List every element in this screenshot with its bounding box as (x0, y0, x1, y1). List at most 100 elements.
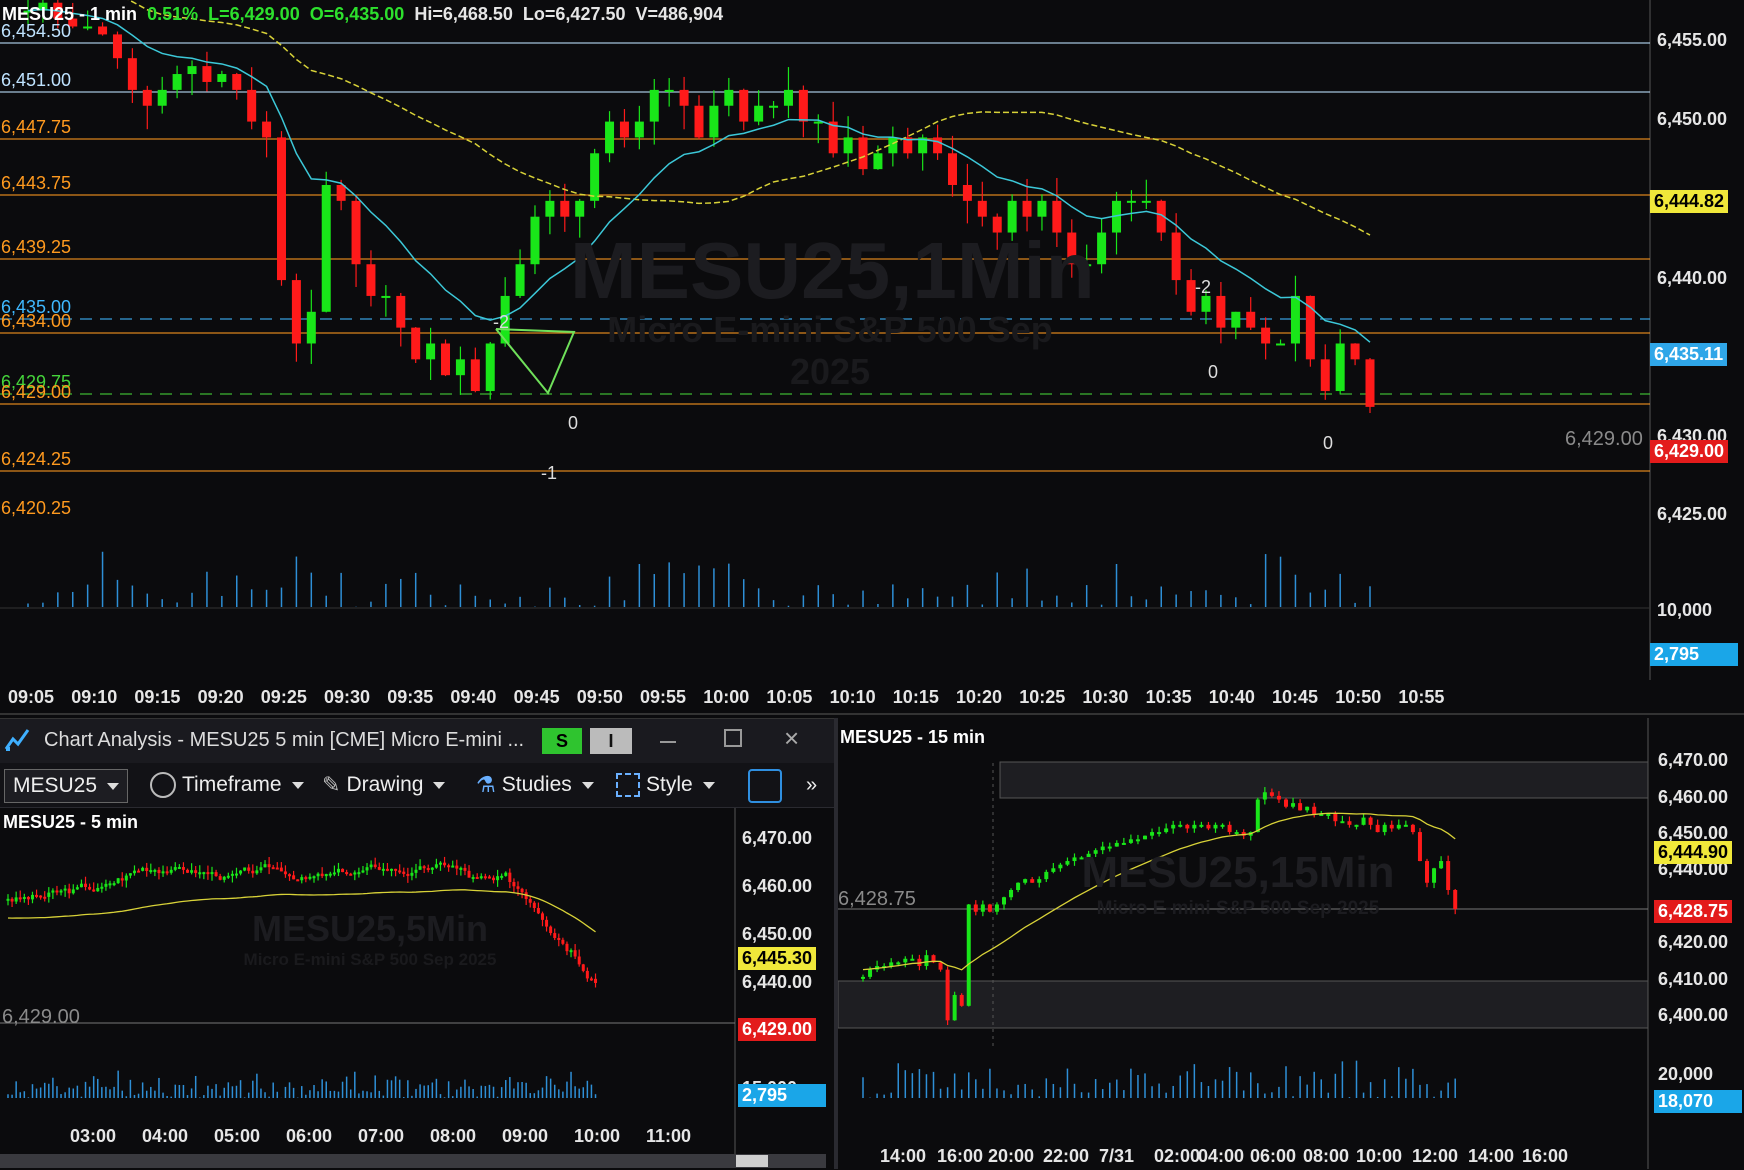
main-chart-pane[interactable]: MESU25 - 1 min 0.51% L=6,429.00 O=6,435.… (0, 0, 1744, 716)
candle-body (47, 892, 51, 897)
candle-body (18, 897, 22, 900)
chevron-down-icon (433, 781, 446, 789)
candle-body (557, 937, 561, 940)
candle-body (783, 89, 793, 106)
candle-body (198, 872, 202, 875)
style-label: Style (646, 773, 693, 796)
candle-body (288, 874, 292, 877)
i-button[interactable]: I (590, 728, 632, 754)
x-tick: 09:40 (450, 687, 497, 707)
candle-body (6, 898, 10, 901)
chart-analysis-window[interactable]: Chart Analysis - MESU25 5 min [CME] Micr… (0, 718, 834, 1170)
flask-icon: ⚗ (476, 772, 496, 797)
minimize-icon[interactable] (660, 741, 676, 743)
candle-body (1312, 806, 1317, 814)
candle-body (980, 904, 985, 912)
sma-price-tag: 6,444.82 (1650, 190, 1729, 213)
candle-body (67, 888, 71, 894)
candle-body (128, 873, 132, 876)
x-tick: 10:40 (1208, 687, 1255, 707)
candle-body (581, 964, 585, 971)
last-price-line-label: 6,428.75 (838, 888, 916, 910)
candle-body (1044, 871, 1049, 880)
candle-body (1432, 868, 1437, 883)
x-tick: 04:00 (1198, 1146, 1245, 1166)
volume-tag: 2,795 (1650, 643, 1738, 666)
candle-body (1199, 824, 1204, 827)
candle-body (181, 867, 185, 870)
candle-body (560, 200, 570, 217)
five-min-chart-pane[interactable]: MESU25 - 5 min MESU25,5Min Micro E-mini … (0, 808, 834, 1170)
app-icon (4, 727, 30, 753)
x-tick: 06:00 (1250, 1146, 1297, 1166)
s-button[interactable]: S (542, 728, 582, 754)
x-tick: 10:30 (1082, 687, 1129, 707)
candle-body (754, 105, 764, 122)
watermark-subtitle: Micro E-mini S&P 500 Sep 2025 (243, 950, 497, 969)
fifteen-min-chart[interactable] (838, 718, 1744, 1169)
candle-body (283, 871, 287, 875)
candle-body (39, 895, 43, 898)
watermark: MESU25,15Min Micro E-mini S&P 500 Sep 20… (1068, 848, 1408, 920)
candle-body (443, 862, 447, 866)
candle-body (381, 868, 385, 871)
candle-body (51, 890, 55, 893)
candle-body (545, 919, 549, 927)
fifteen-min-chart-pane[interactable]: MESU25 - 15 min MESU25,15Min Micro E-min… (838, 718, 1744, 1169)
candle-body (83, 26, 93, 29)
drawing-menu[interactable]: ✎ Drawing (322, 769, 446, 801)
x-tick: 04:00 (142, 1126, 189, 1146)
candle-body (366, 264, 376, 296)
chevron-down-icon (107, 782, 120, 790)
volume-tick: 20,000 (1658, 1064, 1714, 1084)
ma-price-tag: 6,445.30 (738, 947, 817, 970)
maximize-icon[interactable] (724, 729, 742, 747)
candle-body (194, 870, 198, 874)
candle-body (1298, 803, 1303, 811)
candle-body (471, 877, 475, 880)
candle-body (1269, 792, 1274, 796)
more-icon[interactable]: » (806, 769, 817, 801)
ema-price-tag: 6,435.11 (1650, 343, 1728, 366)
candle-body (1333, 813, 1338, 822)
close-icon[interactable]: × (784, 723, 799, 754)
candle-body (292, 875, 296, 880)
candle-body (933, 137, 943, 154)
five-min-chart[interactable] (0, 808, 834, 1170)
x-tick: 10:00 (703, 687, 750, 707)
candle-body (276, 137, 286, 281)
candle-body (291, 280, 301, 344)
symbol-selector[interactable]: MESU25 (4, 769, 129, 803)
window-title-bar[interactable]: Chart Analysis - MESU25 5 min [CME] Micr… (0, 719, 834, 763)
price-level-label: 6,424.25 (1, 449, 72, 469)
candle-body (1439, 861, 1444, 869)
candle-body (112, 34, 122, 59)
candle-body (263, 864, 267, 868)
candle-body (947, 153, 957, 185)
candle-body (1453, 889, 1458, 909)
layout-icon[interactable] (748, 769, 782, 803)
candle-body (605, 121, 615, 154)
style-menu[interactable]: Style (616, 769, 715, 801)
x-tick: 09:25 (260, 687, 307, 707)
candle-body (1097, 232, 1107, 265)
candle-body (361, 870, 365, 873)
candle-body (483, 876, 487, 879)
scrollbar-thumb[interactable] (736, 1155, 768, 1167)
candle-body (157, 869, 161, 874)
timeframe-menu[interactable]: Timeframe (150, 769, 304, 801)
candle-body (1009, 889, 1014, 898)
candle-body (345, 872, 349, 875)
candle-body (1382, 824, 1387, 833)
studies-menu[interactable]: ⚗ Studies (476, 769, 594, 801)
candle-body (441, 343, 451, 376)
volume-tag: 2,795 (738, 1084, 826, 1107)
horizontal-scrollbar[interactable] (0, 1154, 826, 1168)
candle-body (210, 872, 214, 875)
candle-body (349, 873, 353, 876)
candle-body (463, 867, 467, 871)
candle-body (187, 66, 197, 75)
candle-body (512, 882, 516, 887)
candle-body (500, 875, 504, 878)
candle-body (1255, 799, 1260, 833)
